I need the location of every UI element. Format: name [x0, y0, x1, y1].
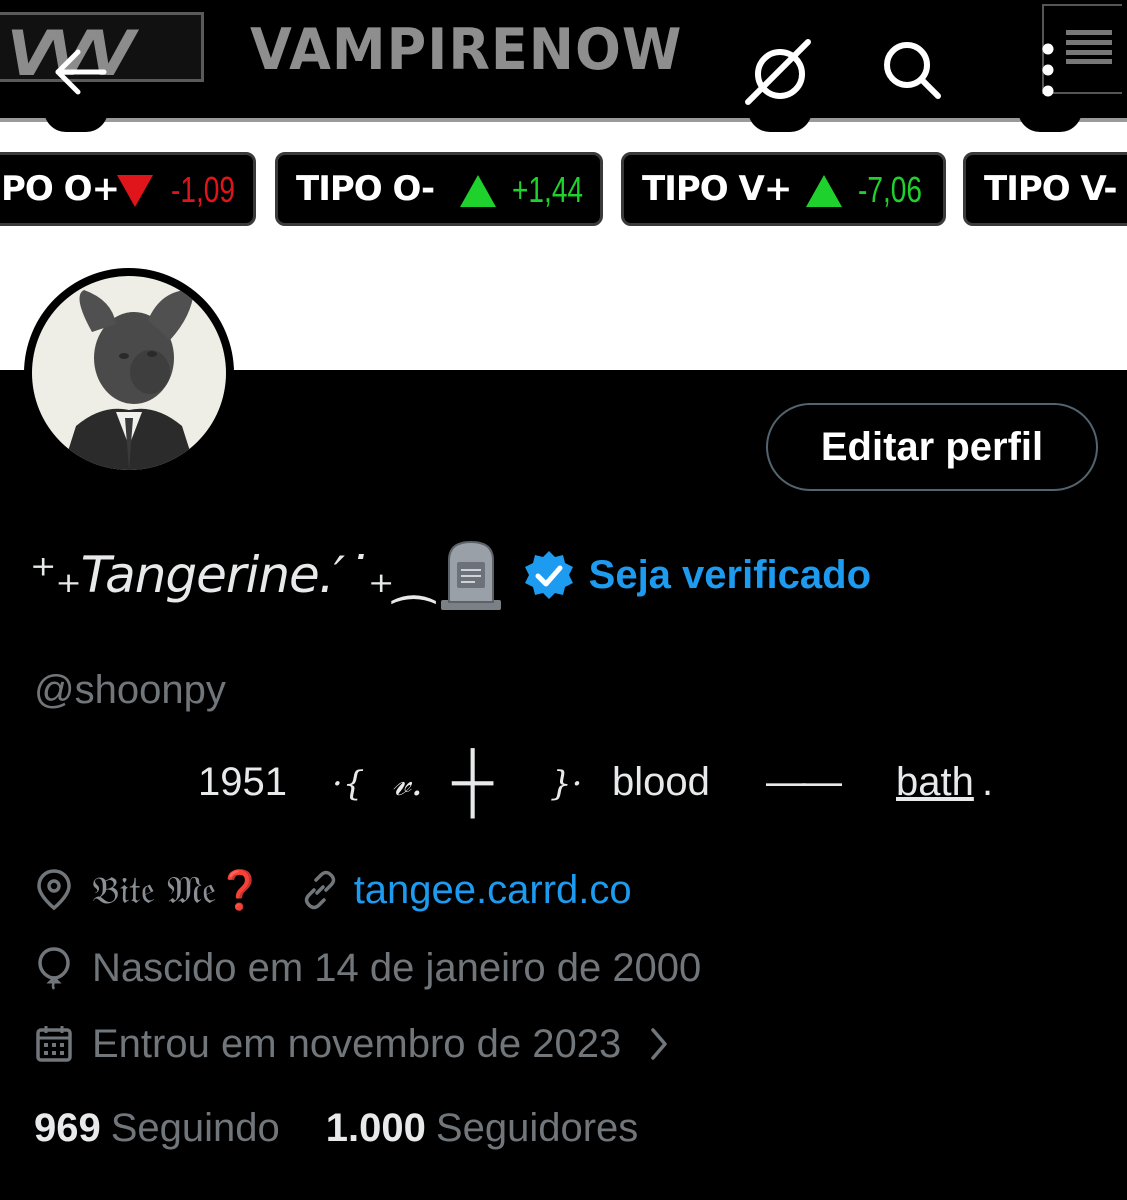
- get-verified-link[interactable]: Seja verificado: [589, 553, 871, 598]
- brand-name: VAMPIRENOW: [250, 16, 683, 83]
- banner-scallop: [44, 110, 108, 132]
- headstone-emoji-icon: [440, 540, 501, 610]
- bio-year: 1951: [198, 760, 287, 804]
- ticker-item: TIPO O- +1,44: [275, 152, 603, 226]
- ticker-label: TIPO V+: [642, 169, 792, 209]
- location-pin-icon: [37, 869, 71, 911]
- ticker-item: TIPO V+ -7,06: [621, 152, 946, 226]
- ticker-delta: -7,06: [858, 169, 923, 210]
- ticker-delta: -1,09: [171, 169, 236, 210]
- profile-bio: 1951 ·{ 𝓋. ┼ }· blood —— bath .: [0, 749, 1127, 820]
- ticker-item: PO O+ -1,09: [0, 152, 256, 226]
- banner-topbar: VVV VAMPIRENOW: [0, 0, 1127, 118]
- more-vertical-icon[interactable]: [1030, 40, 1066, 100]
- ticker-label: TIPO V-: [984, 169, 1117, 209]
- birthday-text: Nascido em 14 de janeiro de 2000: [92, 945, 702, 990]
- website-link[interactable]: tangee.carrd.co: [354, 868, 632, 913]
- followers-link[interactable]: 1.000 Seguidores: [326, 1106, 638, 1151]
- bio-cross: ┼: [452, 749, 494, 814]
- avatar-image: [32, 276, 226, 470]
- display-name: ⁺₊Tangerine.′˙₊⁔: [30, 546, 434, 604]
- following-count: 969: [34, 1106, 101, 1150]
- display-name-row: ⁺₊Tangerine.′˙₊⁔ Seja verificado: [30, 535, 871, 615]
- banner-divider: [0, 118, 1127, 122]
- followers-label: Seguidores: [435, 1106, 639, 1150]
- edit-profile-button[interactable]: Editar perfil: [766, 403, 1098, 491]
- ticker-delta: +1,44: [512, 169, 584, 210]
- balloon-icon: [38, 947, 70, 990]
- avatar[interactable]: [24, 268, 234, 478]
- bio-brace-close: }·: [550, 764, 583, 804]
- user-handle: @shoonpy: [34, 668, 226, 712]
- triangle-up-icon: [806, 175, 842, 207]
- bio-dot: .: [982, 760, 994, 804]
- slashed-circle-icon: [745, 39, 811, 105]
- follow-stats: 969 Seguindo 1.000 Seguidores: [34, 1106, 638, 1151]
- bio-dash: ——: [766, 760, 842, 804]
- following-label: Seguindo: [110, 1106, 280, 1150]
- ticker-label: PO O+: [1, 169, 120, 209]
- location-text: 𝔅𝔦𝔱𝔢 𝔐𝔢❓: [92, 867, 264, 912]
- bio-word-blood: blood: [612, 760, 710, 804]
- chevron-right-icon: [651, 1028, 667, 1060]
- meta-joined-row[interactable]: Entrou em novembro de 2023: [34, 1016, 671, 1072]
- ticker-item: TIPO V-: [963, 152, 1127, 226]
- bio-v: 𝓋.: [392, 760, 423, 804]
- meta-location-row: 𝔅𝔦𝔱𝔢 𝔐𝔢❓ tangee.carrd.co: [34, 862, 632, 918]
- menu-lines-icon: [1066, 30, 1112, 64]
- back-arrow-icon[interactable]: [50, 42, 110, 102]
- bio-brace-open: ·{: [332, 764, 365, 804]
- followers-count: 1.000: [325, 1106, 426, 1150]
- bio-word-bath: bath: [896, 760, 974, 804]
- ticker-label: TIPO O-: [296, 169, 435, 209]
- triangle-up-icon: [460, 175, 496, 207]
- following-link[interactable]: 969 Seguindo: [34, 1106, 280, 1151]
- link-icon: [304, 870, 335, 910]
- joined-text: Entrou em novembro de 2023: [92, 1021, 622, 1066]
- banner-scallop: [748, 110, 812, 132]
- search-icon: [884, 42, 941, 99]
- banner-scallop: [1018, 110, 1082, 132]
- calendar-icon: [36, 1026, 72, 1062]
- meta-birthday-row: Nascido em 14 de janeiro de 2000: [34, 940, 701, 996]
- triangle-down-icon: [117, 175, 153, 207]
- verified-badge-icon: [524, 551, 573, 599]
